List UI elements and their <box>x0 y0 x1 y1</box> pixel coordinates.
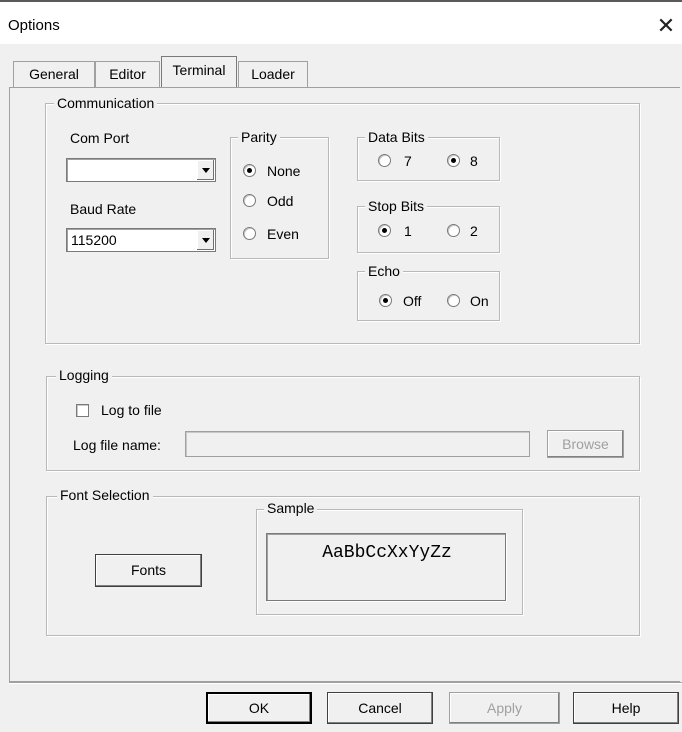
baud-rate-value: 115200 <box>71 232 117 248</box>
communication-legend: Communication <box>54 95 158 111</box>
echo-on-label: On <box>470 293 489 309</box>
cancel-button[interactable]: Cancel <box>327 692 433 724</box>
tab-general[interactable]: General <box>13 61 95 87</box>
baud-rate-label: Baud Rate <box>70 201 137 217</box>
sample-preview: AaBbCcXxYyZz <box>266 533 506 601</box>
tab-general-label: General <box>29 66 79 82</box>
close-icon[interactable]: ✕ <box>652 12 680 40</box>
tab-terminal-label: Terminal <box>172 62 226 78</box>
apply-button[interactable]: Apply <box>449 692 560 724</box>
echo-off-label: Off <box>403 293 422 309</box>
sample-text: AaBbCcXxYyZz <box>322 543 452 563</box>
bottom-separator <box>9 682 682 684</box>
log-to-file-label: Log to file <box>101 402 162 418</box>
parity-odd-label: Odd <box>267 193 294 209</box>
parity-even-radio[interactable] <box>243 227 256 240</box>
tab-terminal[interactable]: Terminal <box>161 56 237 87</box>
browse-button[interactable]: Browse <box>547 430 624 458</box>
echo-on-radio[interactable] <box>447 294 460 307</box>
data-bits-8-label: 8 <box>470 153 478 169</box>
log-to-file-checkbox[interactable] <box>76 404 89 417</box>
fonts-button[interactable]: Fonts <box>95 554 202 587</box>
font-selection-legend: Font Selection <box>57 487 153 503</box>
window-title: Options <box>8 17 60 34</box>
chevron-down-icon[interactable] <box>196 160 214 180</box>
stop-bits-legend: Stop Bits <box>365 198 428 214</box>
parity-even-label: Even <box>267 226 299 242</box>
echo-legend: Echo <box>365 263 403 279</box>
stop-bits-1-label: 1 <box>404 223 412 239</box>
parity-legend: Parity <box>238 129 280 145</box>
log-file-name-label: Log file name: <box>73 437 161 453</box>
tab-loader[interactable]: Loader <box>238 61 308 87</box>
title-bar: Options ✕ <box>0 4 682 44</box>
data-bits-legend: Data Bits <box>365 129 428 145</box>
tab-editor[interactable]: Editor <box>95 61 160 87</box>
stop-bits-1-radio[interactable] <box>378 224 391 237</box>
parity-none-label: None <box>267 163 301 179</box>
stop-bits-2-radio[interactable] <box>447 224 460 237</box>
parity-odd-radio[interactable] <box>243 194 256 207</box>
com-port-select[interactable] <box>66 158 216 182</box>
tab-loader-label: Loader <box>251 66 295 82</box>
baud-rate-select[interactable]: 115200 <box>66 228 216 252</box>
data-bits-8-radio[interactable] <box>447 154 460 167</box>
help-button[interactable]: Help <box>573 692 679 724</box>
data-bits-7-radio[interactable] <box>378 154 391 167</box>
data-bits-7-label: 7 <box>404 153 412 169</box>
ok-button[interactable]: OK <box>206 692 312 724</box>
communication-group <box>45 103 640 344</box>
parity-none-radio[interactable] <box>243 164 256 177</box>
echo-off-radio[interactable] <box>379 294 392 307</box>
stop-bits-2-label: 2 <box>470 223 478 239</box>
com-port-label: Com Port <box>70 130 130 146</box>
sample-legend: Sample <box>264 500 318 516</box>
tab-editor-label: Editor <box>109 66 146 82</box>
logging-legend: Logging <box>56 367 112 383</box>
log-file-name-input[interactable] <box>185 431 530 457</box>
chevron-down-icon[interactable] <box>196 230 214 250</box>
